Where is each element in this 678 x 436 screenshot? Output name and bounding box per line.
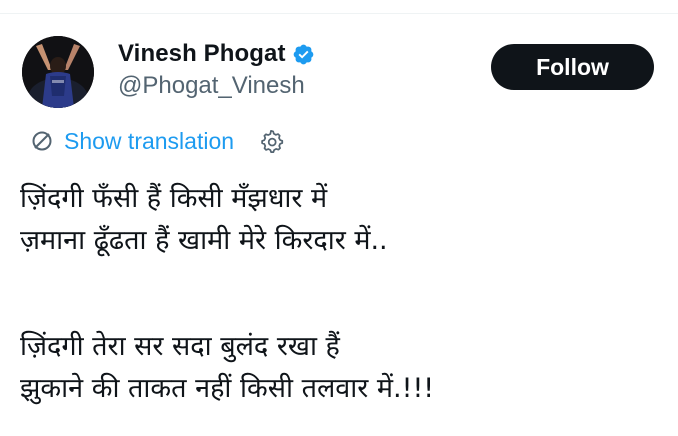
stanza-break bbox=[20, 262, 660, 326]
translation-row: Show translation bbox=[30, 126, 284, 156]
translate-icon bbox=[30, 129, 54, 153]
display-name-row: Vinesh Phogat bbox=[118, 38, 315, 70]
tweet-line: ज़माना ढूँढता हैं खामी मेरे किरदार में.. bbox=[20, 225, 388, 256]
tweet-line: झुकाने की ताकत नहीं किसी तलवार में.!!! bbox=[20, 373, 435, 404]
tweet-line: ज़िंदगी तेरा सर सदा बुलंद रखा हैं bbox=[20, 331, 340, 362]
tweet-text: ज़िंदगी फँसी हैं किसी मँझधार में ज़माना … bbox=[20, 178, 660, 410]
display-name[interactable]: Vinesh Phogat bbox=[118, 40, 286, 68]
tweet-line: ज़िंदगी फँसी हैं किसी मँझधार में bbox=[20, 183, 328, 214]
top-divider bbox=[0, 13, 678, 14]
show-translation-link[interactable]: Show translation bbox=[64, 128, 234, 155]
follow-button[interactable]: Follow bbox=[491, 44, 654, 90]
wrestler-avatar-icon bbox=[22, 36, 94, 108]
user-handle[interactable]: @Phogat_Vinesh bbox=[118, 72, 305, 100]
avatar[interactable] bbox=[22, 36, 94, 108]
verified-badge-icon bbox=[292, 43, 315, 66]
gear-icon[interactable] bbox=[258, 128, 284, 154]
